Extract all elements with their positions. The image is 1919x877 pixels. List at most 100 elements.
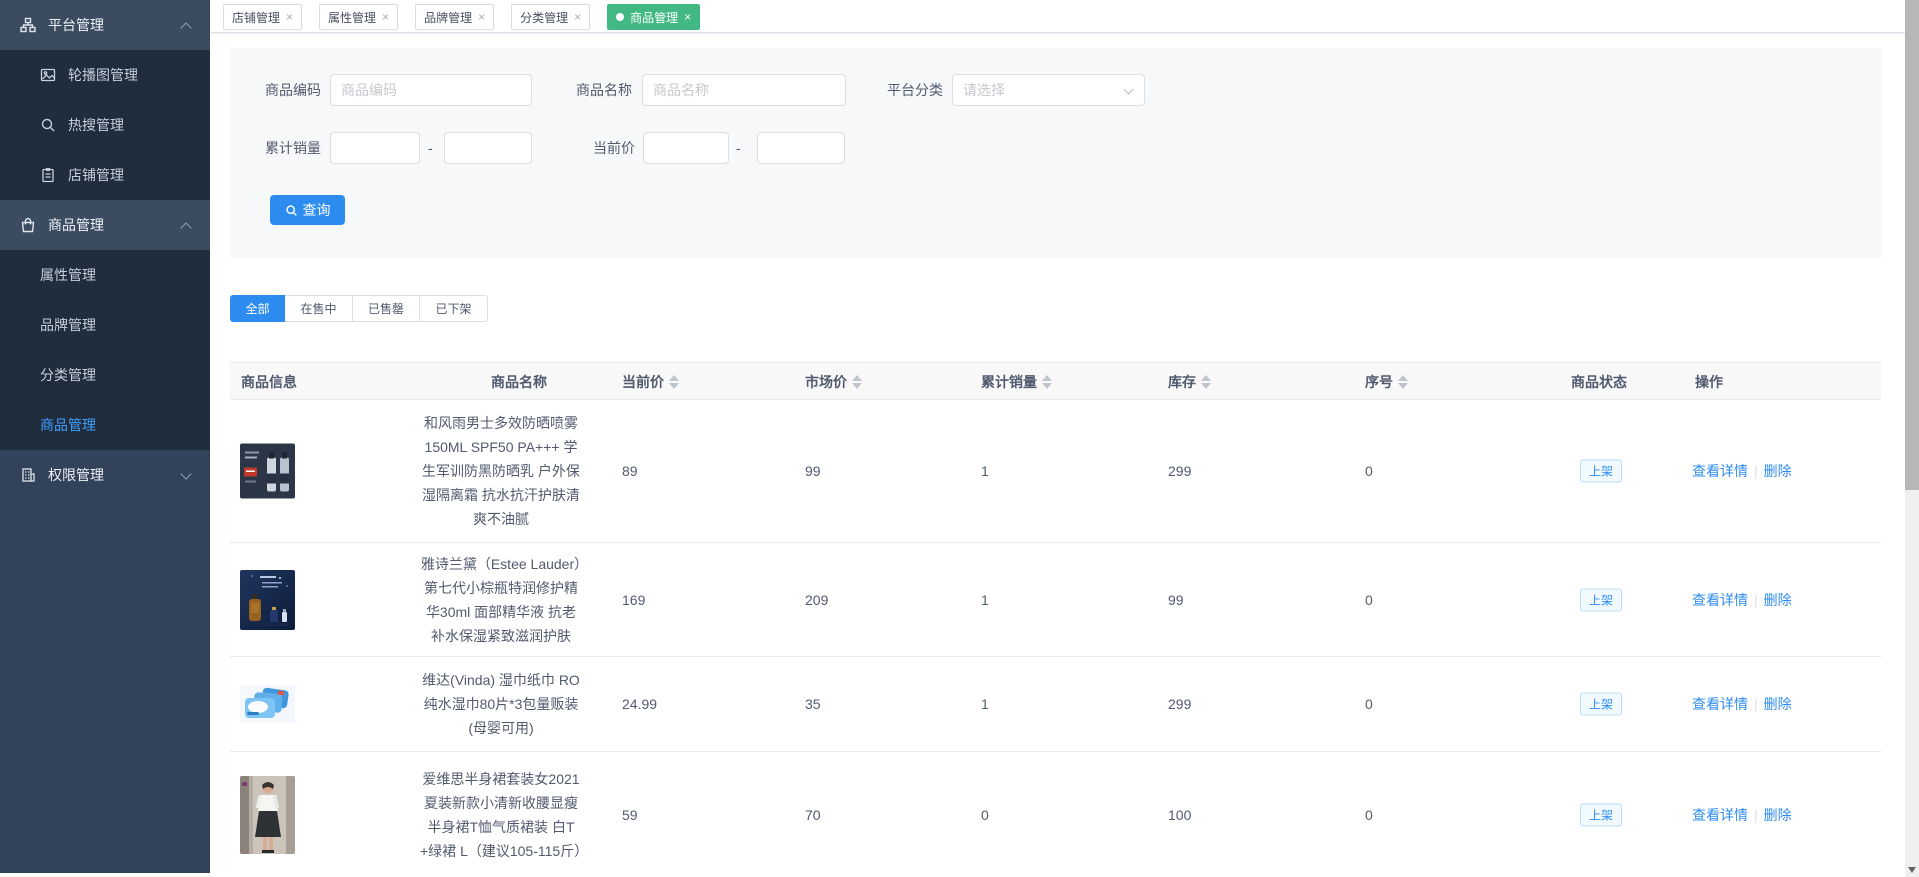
close-icon[interactable]: × (574, 11, 581, 23)
current-price-min-input[interactable] (643, 132, 729, 164)
sidebar-item-platform[interactable]: 平台管理 (0, 0, 210, 50)
query-button-label: 查询 (302, 202, 331, 218)
delete-link[interactable]: 删除 (1764, 807, 1792, 823)
sidebar-item-goods-active[interactable]: 商品管理 (0, 400, 210, 450)
chevron-down-icon (1123, 84, 1134, 95)
sidebar: 平台管理 轮播图管理 热搜管理 店铺管理 商品管理 属性管理 品牌管理 分类管理… (0, 0, 210, 873)
close-icon[interactable]: × (286, 11, 293, 23)
product-code-label: 商品编码 (265, 82, 321, 98)
sidebar-item-label: 属性管理 (40, 267, 96, 283)
header-total-sales: 累计销量 (981, 363, 1052, 401)
view-detail-link[interactable]: 查看详情 (1692, 807, 1748, 823)
total-sales-max-input[interactable] (444, 132, 532, 164)
select-placeholder: 请选择 (963, 82, 1005, 98)
stock: 100 (1168, 806, 1192, 823)
sitemap-icon (20, 17, 36, 33)
close-icon[interactable]: × (478, 11, 485, 23)
row-actions: 查看详情 | 删除 (1692, 694, 1792, 714)
close-icon[interactable]: × (382, 11, 389, 23)
view-detail-link[interactable]: 查看详情 (1692, 463, 1748, 479)
view-detail-link[interactable]: 查看详情 (1692, 592, 1748, 608)
header-status: 商品状态 (1571, 374, 1627, 390)
sort-carets-icon[interactable] (1201, 375, 1211, 389)
sidebar-item-hotsearch[interactable]: 热搜管理 (0, 100, 210, 150)
current-price-max-input[interactable] (757, 132, 845, 164)
seq: 0 (1365, 463, 1373, 479)
delete-link[interactable]: 删除 (1764, 463, 1792, 479)
seq: 0 (1365, 591, 1373, 608)
status-badge: 上架 (1580, 692, 1623, 716)
filter-onsale[interactable]: 在售中 (285, 295, 353, 322)
delete-link[interactable]: 删除 (1764, 696, 1792, 712)
header-product-name: 商品名称 (491, 374, 547, 390)
sort-carets-icon[interactable] (669, 375, 679, 389)
filter-offshelf[interactable]: 已下架 (420, 295, 488, 322)
product-image[interactable] (240, 569, 295, 630)
sidebar-item-permission[interactable]: 权限管理 (0, 450, 210, 500)
current-price: 59 (622, 806, 638, 823)
close-icon[interactable]: × (684, 11, 691, 23)
sort-carets-icon[interactable] (852, 375, 862, 389)
view-detail-link[interactable]: 查看详情 (1692, 696, 1748, 712)
product-image[interactable] (240, 443, 295, 499)
total-sales-min-input[interactable] (330, 132, 420, 164)
product-submenu: 属性管理 品牌管理 分类管理 商品管理 (0, 250, 210, 450)
product-image[interactable] (240, 775, 295, 854)
vertical-scrollbar-thumb[interactable] (1905, 0, 1919, 490)
tag-brand[interactable]: 品牌管理 × (415, 4, 495, 30)
sidebar-item-carousel[interactable]: 轮播图管理 (0, 50, 210, 100)
stock: 299 (1168, 463, 1192, 479)
current-price: 169 (622, 591, 646, 608)
tag-attribute[interactable]: 属性管理 × (319, 4, 399, 30)
market-price: 35 (805, 696, 821, 712)
scrollbar-down-arrow-icon[interactable] (1908, 867, 1916, 873)
sidebar-item-category[interactable]: 分类管理 (0, 350, 210, 400)
active-dot-icon (616, 13, 625, 21)
total-sales: 1 (981, 463, 989, 479)
sidebar-item-brand[interactable]: 品牌管理 (0, 300, 210, 350)
header-market-price: 市场价 (805, 363, 862, 401)
action-divider: | (1754, 463, 1758, 479)
total-sales: 0 (981, 806, 989, 823)
sidebar-item-shop[interactable]: 店铺管理 (0, 150, 210, 200)
current-price: 89 (622, 463, 638, 479)
product-table: 商品信息 商品名称 当前价 市场价 累计销量 库存 序号 商品状态 操作 和风雨… (230, 362, 1881, 877)
tag-goods-active[interactable]: 商品管理 × (607, 4, 701, 30)
filter-all[interactable]: 全部 (230, 295, 285, 322)
sidebar-item-label: 权限管理 (48, 467, 104, 483)
delete-link[interactable]: 删除 (1764, 592, 1792, 608)
sidebar-item-label: 品牌管理 (40, 317, 96, 333)
action-divider: | (1754, 696, 1758, 712)
sidebar-item-label: 平台管理 (48, 17, 104, 33)
action-divider: | (1754, 591, 1758, 608)
tag-label: 分类管理 (520, 10, 569, 25)
status-badge: 上架 (1580, 803, 1623, 826)
search-panel: 商品编码 商品名称 平台分类 请选择 累计销量 - 当前价 - 查询 (230, 48, 1882, 258)
total-sales-label: 累计销量 (265, 140, 321, 156)
chevron-up-icon (180, 222, 192, 234)
table-row: 维达(Vinda) 湿巾纸巾 RO纯水湿巾80片*3包量贩装 (母婴可用) 24… (230, 657, 1881, 752)
range-separator: - (736, 140, 741, 156)
filter-soldout[interactable]: 已售罄 (353, 295, 420, 322)
row-actions: 查看详情 | 删除 (1692, 805, 1792, 825)
sort-carets-icon[interactable] (1042, 375, 1052, 389)
sidebar-item-product[interactable]: 商品管理 (0, 200, 210, 250)
table-header: 商品信息 商品名称 当前价 市场价 累计销量 库存 序号 商品状态 操作 (230, 362, 1881, 400)
product-image[interactable] (240, 685, 295, 723)
platform-category-select[interactable]: 请选择 (952, 74, 1145, 106)
sort-carets-icon[interactable] (1398, 375, 1408, 389)
table-row: 爱维思半身裙套装女2021夏装新款小清新收腰显瘦半身裙T恤气质裙装 白T+绿裙 … (230, 752, 1881, 877)
product-code-input[interactable] (330, 74, 532, 106)
total-sales: 1 (981, 591, 989, 608)
tag-category[interactable]: 分类管理 × (511, 4, 591, 30)
office-building-icon (20, 467, 36, 483)
search-icon (285, 204, 297, 216)
product-name-label: 商品名称 (576, 82, 632, 98)
range-separator: - (428, 140, 433, 156)
sidebar-item-label: 分类管理 (40, 367, 96, 383)
product-name-input[interactable] (642, 74, 846, 106)
tag-shop[interactable]: 店铺管理 × (223, 4, 303, 30)
query-button[interactable]: 查询 (270, 195, 345, 225)
total-sales: 1 (981, 696, 989, 712)
sidebar-item-attribute[interactable]: 属性管理 (0, 250, 210, 300)
